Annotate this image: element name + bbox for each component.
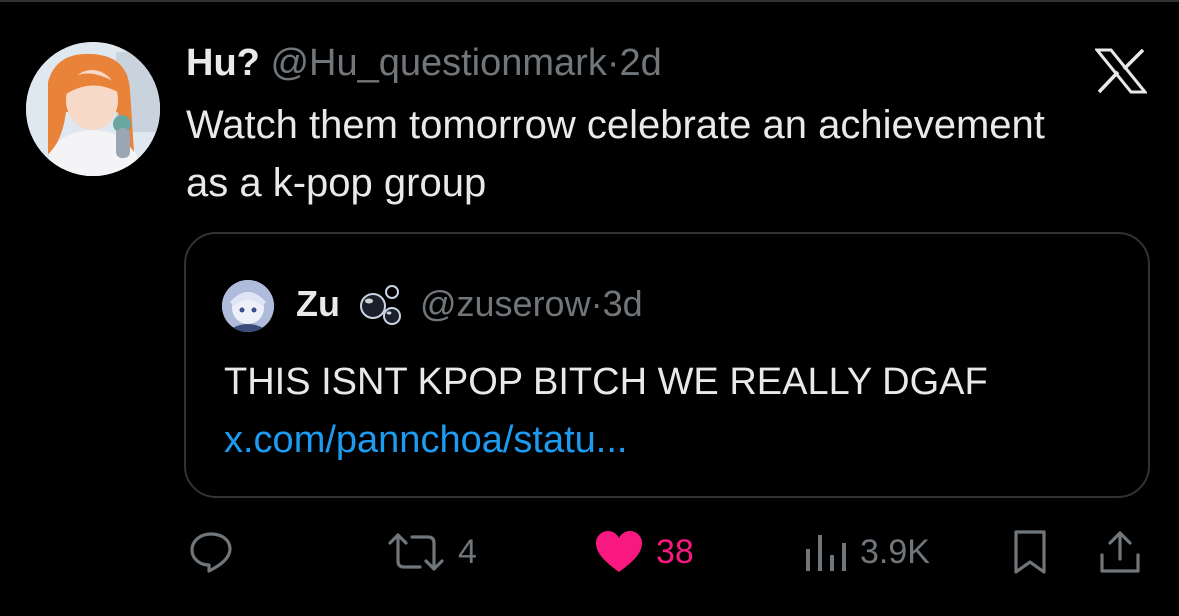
retweet-button[interactable]: 4 (386, 520, 477, 584)
quoted-user-handle[interactable]: @zuserow (420, 282, 591, 326)
quoted-separator-dot: · (590, 283, 603, 324)
views-icon (806, 535, 846, 571)
quoted-avatar[interactable] (222, 280, 274, 332)
avatar[interactable] (26, 42, 160, 176)
views-count: 3.9K (860, 532, 930, 571)
top-divider (0, 0, 1179, 2)
reply-button[interactable] (188, 520, 234, 584)
quoted-header: Zu @zuserow · 3d (296, 282, 643, 326)
quoted-link[interactable]: x.com/pannchoa/statu... (224, 416, 627, 464)
avatar-image (26, 42, 160, 176)
quoted-timestamp[interactable]: 3d (603, 282, 643, 326)
reply-icon (190, 532, 232, 573)
like-count: 38 (656, 532, 694, 571)
separator-dot: · (606, 42, 620, 84)
timestamp[interactable]: 2d (620, 42, 662, 84)
quote-tweet-card[interactable]: Zu @zuserow · 3d THIS ISNT KPOP BITCH WE R… (184, 232, 1150, 498)
quoted-display-name[interactable]: Zu (296, 282, 340, 326)
quoted-avatar-image (222, 280, 274, 332)
views-button[interactable]: 3.9K (804, 520, 930, 584)
like-button[interactable]: 38 (594, 520, 694, 584)
display-name[interactable]: Hu? (186, 42, 260, 84)
user-handle[interactable]: @Hu_questionmark (270, 42, 606, 84)
retweet-icon (388, 533, 444, 571)
bookmark-button[interactable] (1012, 520, 1048, 584)
retweet-count: 4 (458, 532, 477, 571)
share-icon (1100, 531, 1140, 573)
action-bar: 4 38 3.9K (0, 520, 1179, 584)
heart-icon (596, 531, 642, 572)
quoted-text: THIS ISNT KPOP BITCH WE REALLY DGAF (224, 361, 988, 403)
bubbles-icon (359, 285, 401, 325)
bookmark-icon (1014, 530, 1046, 574)
share-button[interactable] (1098, 520, 1142, 584)
x-logo-icon[interactable] (1095, 48, 1147, 94)
tweet-text: Watch them tomorrow celebrate an achieve… (186, 103, 1045, 205)
tweet-header: Hu? @Hu_questionmark·2d (186, 40, 662, 86)
